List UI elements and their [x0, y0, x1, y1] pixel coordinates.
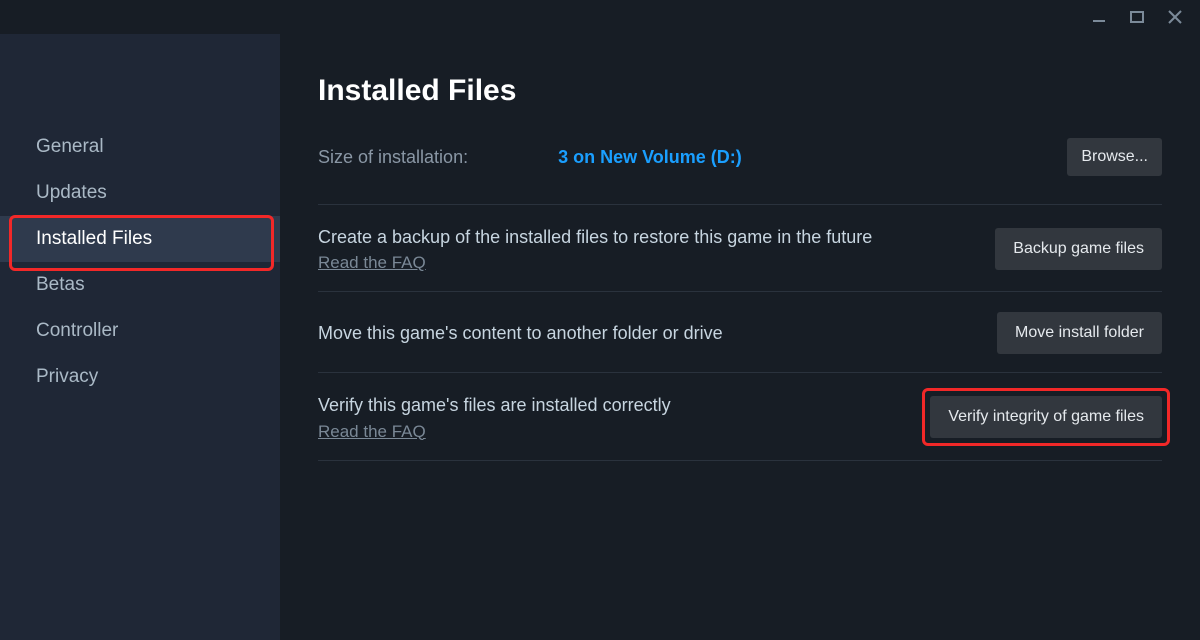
close-button[interactable] [1166, 8, 1184, 26]
size-row: Size of installation: 3 on New Volume (D… [318, 138, 1162, 176]
verify-faq-link[interactable]: Read the FAQ [318, 422, 426, 442]
sidebar-item-installed-files[interactable]: Installed Files [0, 216, 280, 262]
window-root: General Updates Installed Files Betas Co… [0, 0, 1200, 640]
browse-button[interactable]: Browse... [1067, 138, 1162, 176]
move-row: Move this game's content to another fold… [318, 291, 1162, 372]
sidebar-item-label: Privacy [36, 366, 98, 388]
sidebar-item-general[interactable]: General [0, 124, 280, 170]
sidebar-item-label: Controller [36, 320, 118, 342]
sidebar: General Updates Installed Files Betas Co… [0, 34, 280, 640]
sidebar-item-label: Betas [36, 274, 85, 296]
sidebar-item-label: General [36, 136, 104, 158]
size-value: 3 on New Volume (D:) [558, 147, 742, 168]
sidebar-item-label: Installed Files [36, 228, 152, 250]
page-title: Installed Files [318, 74, 1162, 108]
move-desc: Move this game's content to another fold… [318, 321, 977, 345]
size-label: Size of installation: [318, 147, 468, 168]
main-panel: Installed Files Size of installation: 3 … [280, 34, 1200, 640]
annotation-highlight-verify [922, 388, 1170, 446]
sidebar-item-label: Updates [36, 182, 107, 204]
verify-desc: Verify this game's files are installed c… [318, 393, 910, 417]
backup-button[interactable]: Backup game files [995, 228, 1162, 270]
verify-row: Verify this game's files are installed c… [318, 372, 1162, 460]
move-button[interactable]: Move install folder [997, 312, 1162, 354]
minimize-button[interactable] [1090, 8, 1108, 26]
sidebar-item-updates[interactable]: Updates [0, 170, 280, 216]
maximize-button[interactable] [1128, 8, 1146, 26]
sidebar-item-privacy[interactable]: Privacy [0, 354, 280, 400]
backup-row: Create a backup of the installed files t… [318, 204, 1162, 291]
sidebar-item-controller[interactable]: Controller [0, 308, 280, 354]
backup-faq-link[interactable]: Read the FAQ [318, 253, 426, 273]
sidebar-item-betas[interactable]: Betas [0, 262, 280, 308]
body: General Updates Installed Files Betas Co… [0, 34, 1200, 640]
backup-desc: Create a backup of the installed files t… [318, 225, 975, 249]
titlebar [0, 0, 1200, 34]
